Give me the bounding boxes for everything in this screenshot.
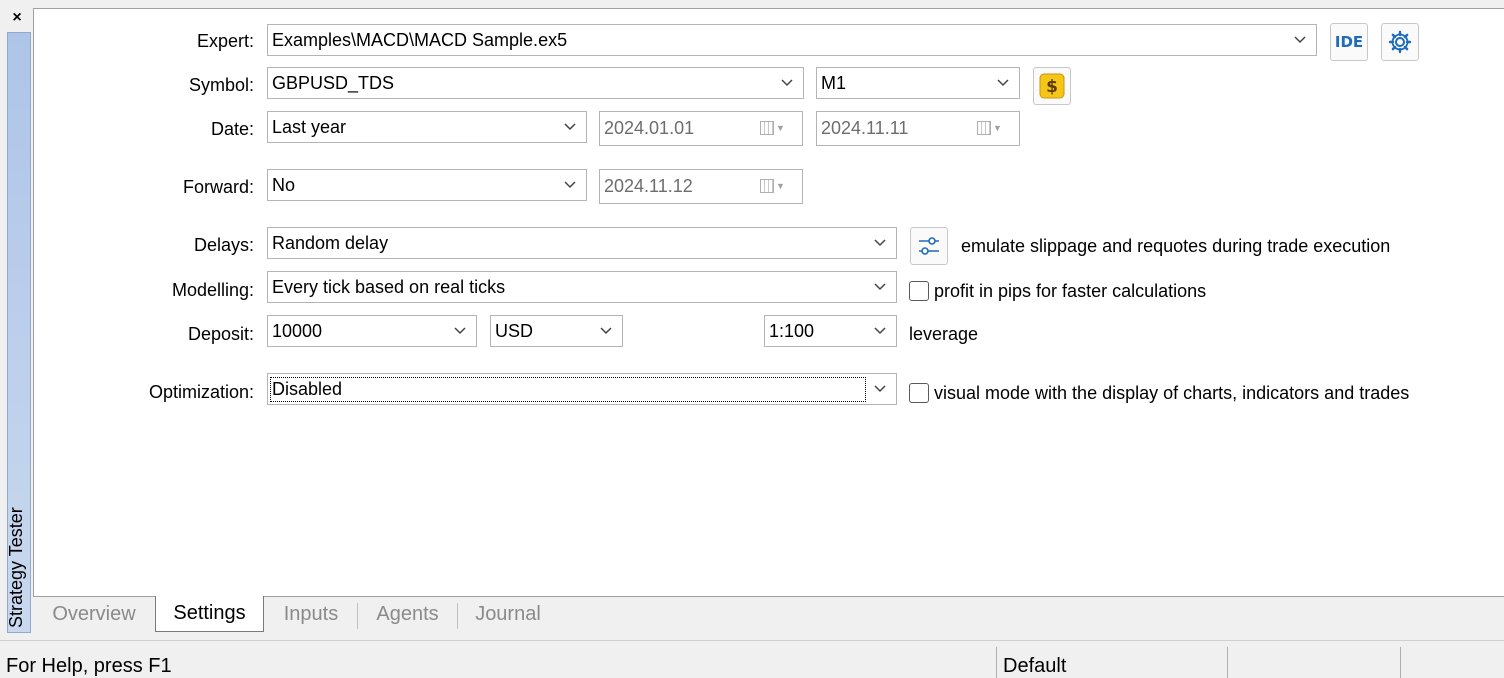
optimization-label: Optimization:	[148, 382, 254, 402]
sliders-icon[interactable]	[910, 227, 948, 265]
chevron-down-icon	[562, 177, 578, 193]
forward-label: Forward:	[182, 177, 254, 197]
profit-in-pips-label: profit in pips for faster calculations	[934, 281, 1207, 301]
forward-date-value: 2024.11.12	[604, 176, 693, 196]
tab-overview-label: Overview	[52, 603, 136, 625]
chevron-down-icon	[779, 75, 795, 91]
tab-inputs-label: Inputs	[283, 603, 339, 625]
leverage-select[interactable]: 1:100	[764, 315, 897, 347]
delays-note: emulate slippage and requotes during tra…	[961, 236, 1391, 256]
leverage-label: leverage	[909, 324, 979, 344]
deposit-amount-value: 10000	[272, 320, 323, 341]
tab-agents[interactable]: Agents	[358, 597, 457, 632]
tab-inputs[interactable]: Inputs	[264, 597, 358, 632]
top-edge	[0, 0, 1504, 8]
symbol-select[interactable]: GBPUSD_TDS	[267, 67, 804, 99]
chevron-down-icon	[872, 235, 888, 251]
calendar-icon: ▼	[760, 120, 788, 136]
status-separator	[1227, 647, 1228, 678]
date-to-value: 2024.11.11	[821, 118, 909, 138]
tab-agents-label: Agents	[376, 603, 439, 625]
visual-mode-checkbox[interactable]	[909, 383, 929, 403]
expert-value: Examples\MACD\MACD Sample.ex5	[272, 29, 568, 50]
chevron-down-icon	[872, 279, 888, 295]
status-help-text: For Help, press F1	[6, 655, 172, 677]
strategy-tester-side-tab[interactable]: Strategy Tester	[6, 32, 31, 633]
gear-icon[interactable]	[1381, 23, 1419, 61]
visual-mode-label: visual mode with the display of charts, …	[934, 383, 1410, 403]
forward-value: No	[272, 174, 296, 195]
chevron-down-icon	[872, 381, 888, 397]
chevron-down-icon	[452, 323, 468, 339]
symbol-value: GBPUSD_TDS	[272, 72, 395, 93]
modelling-select[interactable]: Every tick based on real ticks	[267, 271, 897, 303]
tab-settings[interactable]: Settings	[155, 596, 264, 632]
status-profile: Default	[1003, 655, 1067, 677]
date-range-value: Last year	[272, 116, 347, 137]
status-bar: For Help, press F1 Default	[0, 640, 1504, 678]
ide-button-label: IDE	[1334, 33, 1364, 51]
tab-journal-label: Journal	[475, 603, 541, 625]
side-tab-label: Strategy Tester	[6, 507, 26, 628]
tab-journal[interactable]: Journal	[458, 597, 558, 632]
chevron-down-icon	[1292, 32, 1308, 48]
timeframe-select[interactable]: M1	[816, 67, 1020, 99]
left-rail: × Strategy Tester	[0, 0, 33, 640]
delays-label: Delays:	[193, 235, 254, 255]
svg-text:$: $	[1046, 77, 1058, 97]
tab-bar: Overview Settings Inputs Agents Journal	[33, 596, 1504, 632]
calendar-icon: ▼	[977, 120, 1005, 136]
forward-date-field[interactable]: 2024.11.12 ▼	[599, 169, 803, 204]
calendar-icon: ▼	[760, 178, 788, 194]
close-icon[interactable]: ×	[7, 8, 27, 28]
optimization-select[interactable]: Disabled	[267, 373, 897, 405]
tab-overview[interactable]: Overview	[33, 597, 155, 632]
ide-button[interactable]: IDE	[1330, 23, 1368, 61]
tab-settings-label: Settings	[173, 602, 246, 624]
modelling-label: Modelling:	[171, 280, 254, 300]
optimization-value: Disabled	[270, 376, 866, 402]
settings-panel: Expert: Examples\MACD\MACD Sample.ex5 ID…	[33, 8, 1504, 596]
status-separator	[1400, 647, 1401, 678]
deposit-label: Deposit:	[187, 324, 254, 344]
symbol-label: Symbol:	[188, 75, 254, 95]
forward-select[interactable]: No	[267, 169, 587, 201]
chevron-down-icon	[995, 75, 1011, 91]
status-separator	[996, 647, 997, 678]
chevron-down-icon	[562, 119, 578, 135]
currency-value: USD	[495, 320, 534, 341]
leverage-value: 1:100	[769, 320, 815, 341]
expert-label: Expert:	[196, 31, 254, 51]
delays-select[interactable]: Random delay	[267, 227, 897, 259]
chevron-down-icon	[872, 323, 888, 339]
chevron-down-icon	[598, 323, 614, 339]
date-from-value: 2024.01.01	[604, 118, 695, 138]
currency-select[interactable]: USD	[490, 315, 623, 347]
modelling-value: Every tick based on real ticks	[272, 276, 506, 297]
timeframe-value: M1	[821, 72, 847, 93]
delays-value: Random delay	[272, 232, 389, 253]
expert-select[interactable]: Examples\MACD\MACD Sample.ex5	[267, 24, 1317, 56]
date-from-field[interactable]: 2024.01.01 ▼	[599, 111, 803, 146]
date-range-select[interactable]: Last year	[267, 111, 587, 143]
date-to-field[interactable]: 2024.11.11 ▼	[816, 111, 1020, 146]
deposit-amount-select[interactable]: 10000	[267, 315, 477, 347]
dollar-icon[interactable]: $	[1033, 67, 1071, 105]
profit-in-pips-checkbox[interactable]	[909, 281, 929, 301]
date-label: Date:	[210, 119, 254, 139]
